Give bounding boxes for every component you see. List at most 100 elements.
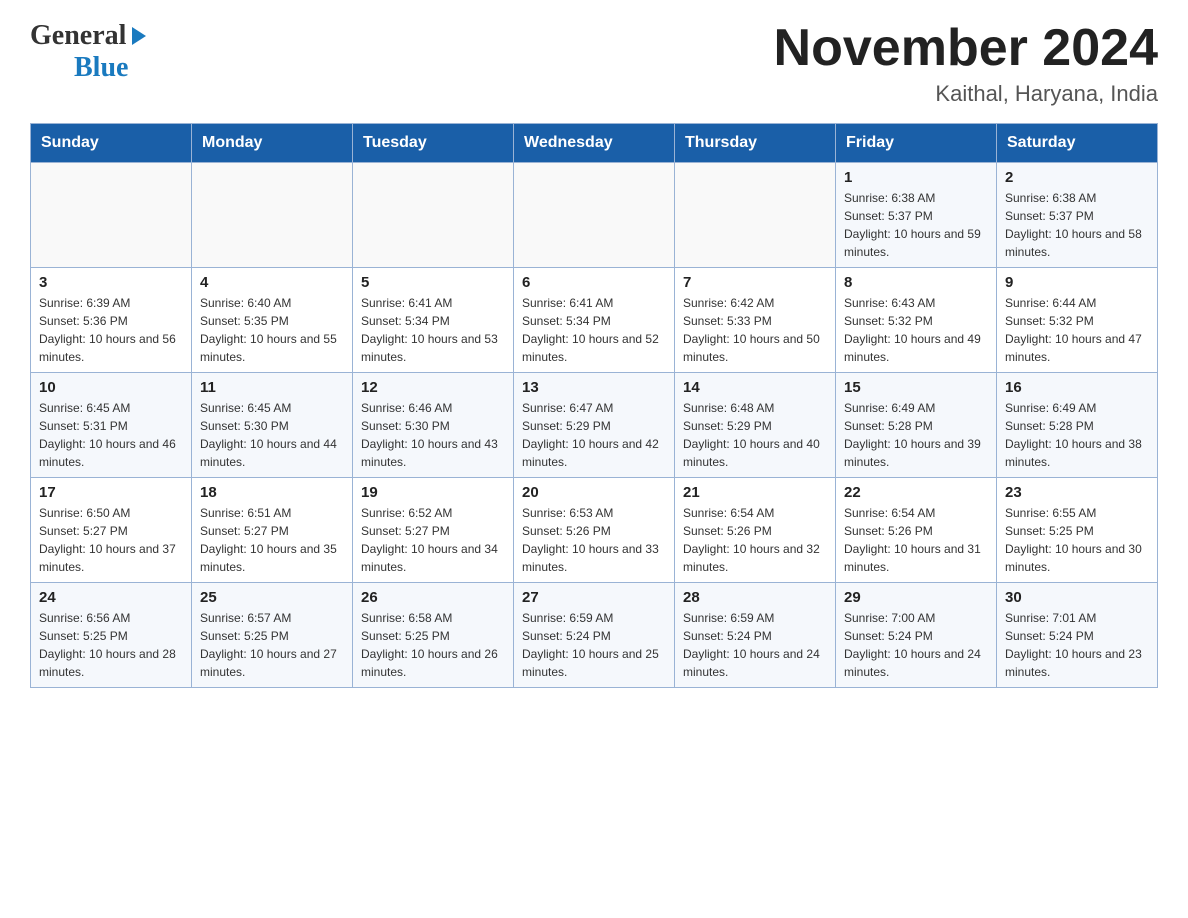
day-number: 10 (39, 379, 183, 396)
day-number: 12 (361, 379, 505, 396)
logo-arrow-icon (128, 25, 150, 47)
calendar-cell: 8 Sunrise: 6:43 AM Sunset: 5:32 PM Daylig… (836, 268, 997, 373)
day-info: Sunrise: 6:41 AM Sunset: 5:34 PM Dayligh… (522, 294, 666, 366)
day-number: 9 (1005, 274, 1149, 291)
calendar-cell (192, 163, 353, 268)
day-number: 16 (1005, 379, 1149, 396)
weekday-header-thursday: Thursday (675, 124, 836, 163)
day-info: Sunrise: 7:01 AM Sunset: 5:24 PM Dayligh… (1005, 609, 1149, 681)
calendar-cell: 19Sunrise: 6:52 AM Sunset: 5:27 PM Dayli… (353, 478, 514, 583)
day-number: 18 (200, 484, 344, 501)
day-info: Sunrise: 7:00 AM Sunset: 5:24 PM Dayligh… (844, 609, 988, 681)
day-number: 25 (200, 589, 344, 606)
calendar-cell: 24Sunrise: 6:56 AM Sunset: 5:25 PM Dayli… (31, 583, 192, 688)
day-number: 28 (683, 589, 827, 606)
calendar-cell: 22 Sunrise: 6:54 AM Sunset: 5:26 PM Dayli… (836, 478, 997, 583)
day-number: 8 (844, 274, 988, 291)
day-info: Sunrise: 6:53 AM Sunset: 5:26 PM Dayligh… (522, 504, 666, 576)
calendar-cell: 28 Sunrise: 6:59 AM Sunset: 5:24 PM Dayli… (675, 583, 836, 688)
calendar-cell: 9 Sunrise: 6:44 AM Sunset: 5:32 PM Daylig… (997, 268, 1158, 373)
day-number: 2 (1005, 169, 1149, 186)
day-info: Sunrise: 6:56 AM Sunset: 5:25 PM Dayligh… (39, 609, 183, 681)
day-info: Sunrise: 6:45 AM Sunset: 5:30 PM Dayligh… (200, 399, 344, 471)
day-info: Sunrise: 6:50 AM Sunset: 5:27 PM Dayligh… (39, 504, 183, 576)
calendar-cell: 26 Sunrise: 6:58 AM Sunset: 5:25 PM Dayli… (353, 583, 514, 688)
day-number: 20 (522, 484, 666, 501)
calendar-cell: 11Sunrise: 6:45 AM Sunset: 5:30 PM Dayli… (192, 373, 353, 478)
day-info: Sunrise: 6:59 AM Sunset: 5:24 PM Dayligh… (683, 609, 827, 681)
day-number: 14 (683, 379, 827, 396)
calendar-cell: 12 Sunrise: 6:46 AM Sunset: 5:30 PM Dayli… (353, 373, 514, 478)
calendar-cell: 6 Sunrise: 6:41 AM Sunset: 5:34 PM Daylig… (514, 268, 675, 373)
day-info: Sunrise: 6:57 AM Sunset: 5:25 PM Dayligh… (200, 609, 344, 681)
day-number: 15 (844, 379, 988, 396)
calendar-cell: 10 Sunrise: 6:45 AM Sunset: 5:31 PM Dayli… (31, 373, 192, 478)
day-info: Sunrise: 6:41 AM Sunset: 5:34 PM Dayligh… (361, 294, 505, 366)
day-info: Sunrise: 6:48 AM Sunset: 5:29 PM Dayligh… (683, 399, 827, 471)
day-info: Sunrise: 6:43 AM Sunset: 5:32 PM Dayligh… (844, 294, 988, 366)
page-header: General Blue November 2024 Kaithal, Hary… (30, 20, 1158, 107)
day-number: 27 (522, 589, 666, 606)
day-number: 1 (844, 169, 988, 186)
day-number: 17 (39, 484, 183, 501)
day-number: 30 (1005, 589, 1149, 606)
calendar-cell: 13Sunrise: 6:47 AM Sunset: 5:29 PM Dayli… (514, 373, 675, 478)
day-info: Sunrise: 6:38 AM Sunset: 5:37 PM Dayligh… (1005, 189, 1149, 261)
calendar-cell: 4Sunrise: 6:40 AM Sunset: 5:35 PM Daylig… (192, 268, 353, 373)
calendar-week-5: 24Sunrise: 6:56 AM Sunset: 5:25 PM Dayli… (31, 583, 1158, 688)
calendar-subtitle: Kaithal, Haryana, India (774, 81, 1158, 107)
day-number: 23 (1005, 484, 1149, 501)
day-number: 3 (39, 274, 183, 291)
day-number: 6 (522, 274, 666, 291)
weekday-header-wednesday: Wednesday (514, 124, 675, 163)
calendar-title-area: November 2024 Kaithal, Haryana, India (774, 20, 1158, 107)
weekday-header-saturday: Saturday (997, 124, 1158, 163)
logo: General Blue (30, 20, 150, 84)
calendar-cell: 25 Sunrise: 6:57 AM Sunset: 5:25 PM Dayli… (192, 583, 353, 688)
calendar-week-1: 1 Sunrise: 6:38 AM Sunset: 5:37 PM Daylig… (31, 163, 1158, 268)
calendar-cell: 18 Sunrise: 6:51 AM Sunset: 5:27 PM Dayli… (192, 478, 353, 583)
day-number: 29 (844, 589, 988, 606)
day-number: 26 (361, 589, 505, 606)
calendar-cell: 29 Sunrise: 7:00 AM Sunset: 5:24 PM Dayli… (836, 583, 997, 688)
calendar-cell: 30 Sunrise: 7:01 AM Sunset: 5:24 PM Dayli… (997, 583, 1158, 688)
day-info: Sunrise: 6:38 AM Sunset: 5:37 PM Dayligh… (844, 189, 988, 261)
day-info: Sunrise: 6:51 AM Sunset: 5:27 PM Dayligh… (200, 504, 344, 576)
calendar-week-2: 3Sunrise: 6:39 AM Sunset: 5:36 PM Daylig… (31, 268, 1158, 373)
calendar-table: SundayMondayTuesdayWednesdayThursdayFrid… (30, 123, 1158, 688)
calendar-cell: 21 Sunrise: 6:54 AM Sunset: 5:26 PM Dayli… (675, 478, 836, 583)
day-number: 22 (844, 484, 988, 501)
day-info: Sunrise: 6:45 AM Sunset: 5:31 PM Dayligh… (39, 399, 183, 471)
calendar-cell: 2 Sunrise: 6:38 AM Sunset: 5:37 PM Daylig… (997, 163, 1158, 268)
day-number: 21 (683, 484, 827, 501)
day-info: Sunrise: 6:54 AM Sunset: 5:26 PM Dayligh… (683, 504, 827, 576)
calendar-week-3: 10 Sunrise: 6:45 AM Sunset: 5:31 PM Dayli… (31, 373, 1158, 478)
logo-general-text: General (30, 20, 126, 52)
day-number: 4 (200, 274, 344, 291)
day-info: Sunrise: 6:46 AM Sunset: 5:30 PM Dayligh… (361, 399, 505, 471)
day-info: Sunrise: 6:42 AM Sunset: 5:33 PM Dayligh… (683, 294, 827, 366)
calendar-cell: 3Sunrise: 6:39 AM Sunset: 5:36 PM Daylig… (31, 268, 192, 373)
calendar-cell (353, 163, 514, 268)
calendar-week-4: 17 Sunrise: 6:50 AM Sunset: 5:27 PM Dayli… (31, 478, 1158, 583)
calendar-cell (675, 163, 836, 268)
day-number: 7 (683, 274, 827, 291)
day-number: 5 (361, 274, 505, 291)
calendar-cell: 20 Sunrise: 6:53 AM Sunset: 5:26 PM Dayli… (514, 478, 675, 583)
calendar-cell: 1 Sunrise: 6:38 AM Sunset: 5:37 PM Daylig… (836, 163, 997, 268)
day-info: Sunrise: 6:55 AM Sunset: 5:25 PM Dayligh… (1005, 504, 1149, 576)
day-number: 13 (522, 379, 666, 396)
weekday-header-friday: Friday (836, 124, 997, 163)
calendar-cell: 27 Sunrise: 6:59 AM Sunset: 5:24 PM Dayli… (514, 583, 675, 688)
day-info: Sunrise: 6:49 AM Sunset: 5:28 PM Dayligh… (1005, 399, 1149, 471)
calendar-cell: 5 Sunrise: 6:41 AM Sunset: 5:34 PM Daylig… (353, 268, 514, 373)
day-info: Sunrise: 6:44 AM Sunset: 5:32 PM Dayligh… (1005, 294, 1149, 366)
day-info: Sunrise: 6:54 AM Sunset: 5:26 PM Dayligh… (844, 504, 988, 576)
calendar-cell: 17 Sunrise: 6:50 AM Sunset: 5:27 PM Dayli… (31, 478, 192, 583)
day-info: Sunrise: 6:58 AM Sunset: 5:25 PM Dayligh… (361, 609, 505, 681)
logo-blue-text: Blue (74, 52, 128, 83)
weekday-header-sunday: Sunday (31, 124, 192, 163)
calendar-cell: 15Sunrise: 6:49 AM Sunset: 5:28 PM Dayli… (836, 373, 997, 478)
calendar-cell: 16 Sunrise: 6:49 AM Sunset: 5:28 PM Dayli… (997, 373, 1158, 478)
day-info: Sunrise: 6:59 AM Sunset: 5:24 PM Dayligh… (522, 609, 666, 681)
